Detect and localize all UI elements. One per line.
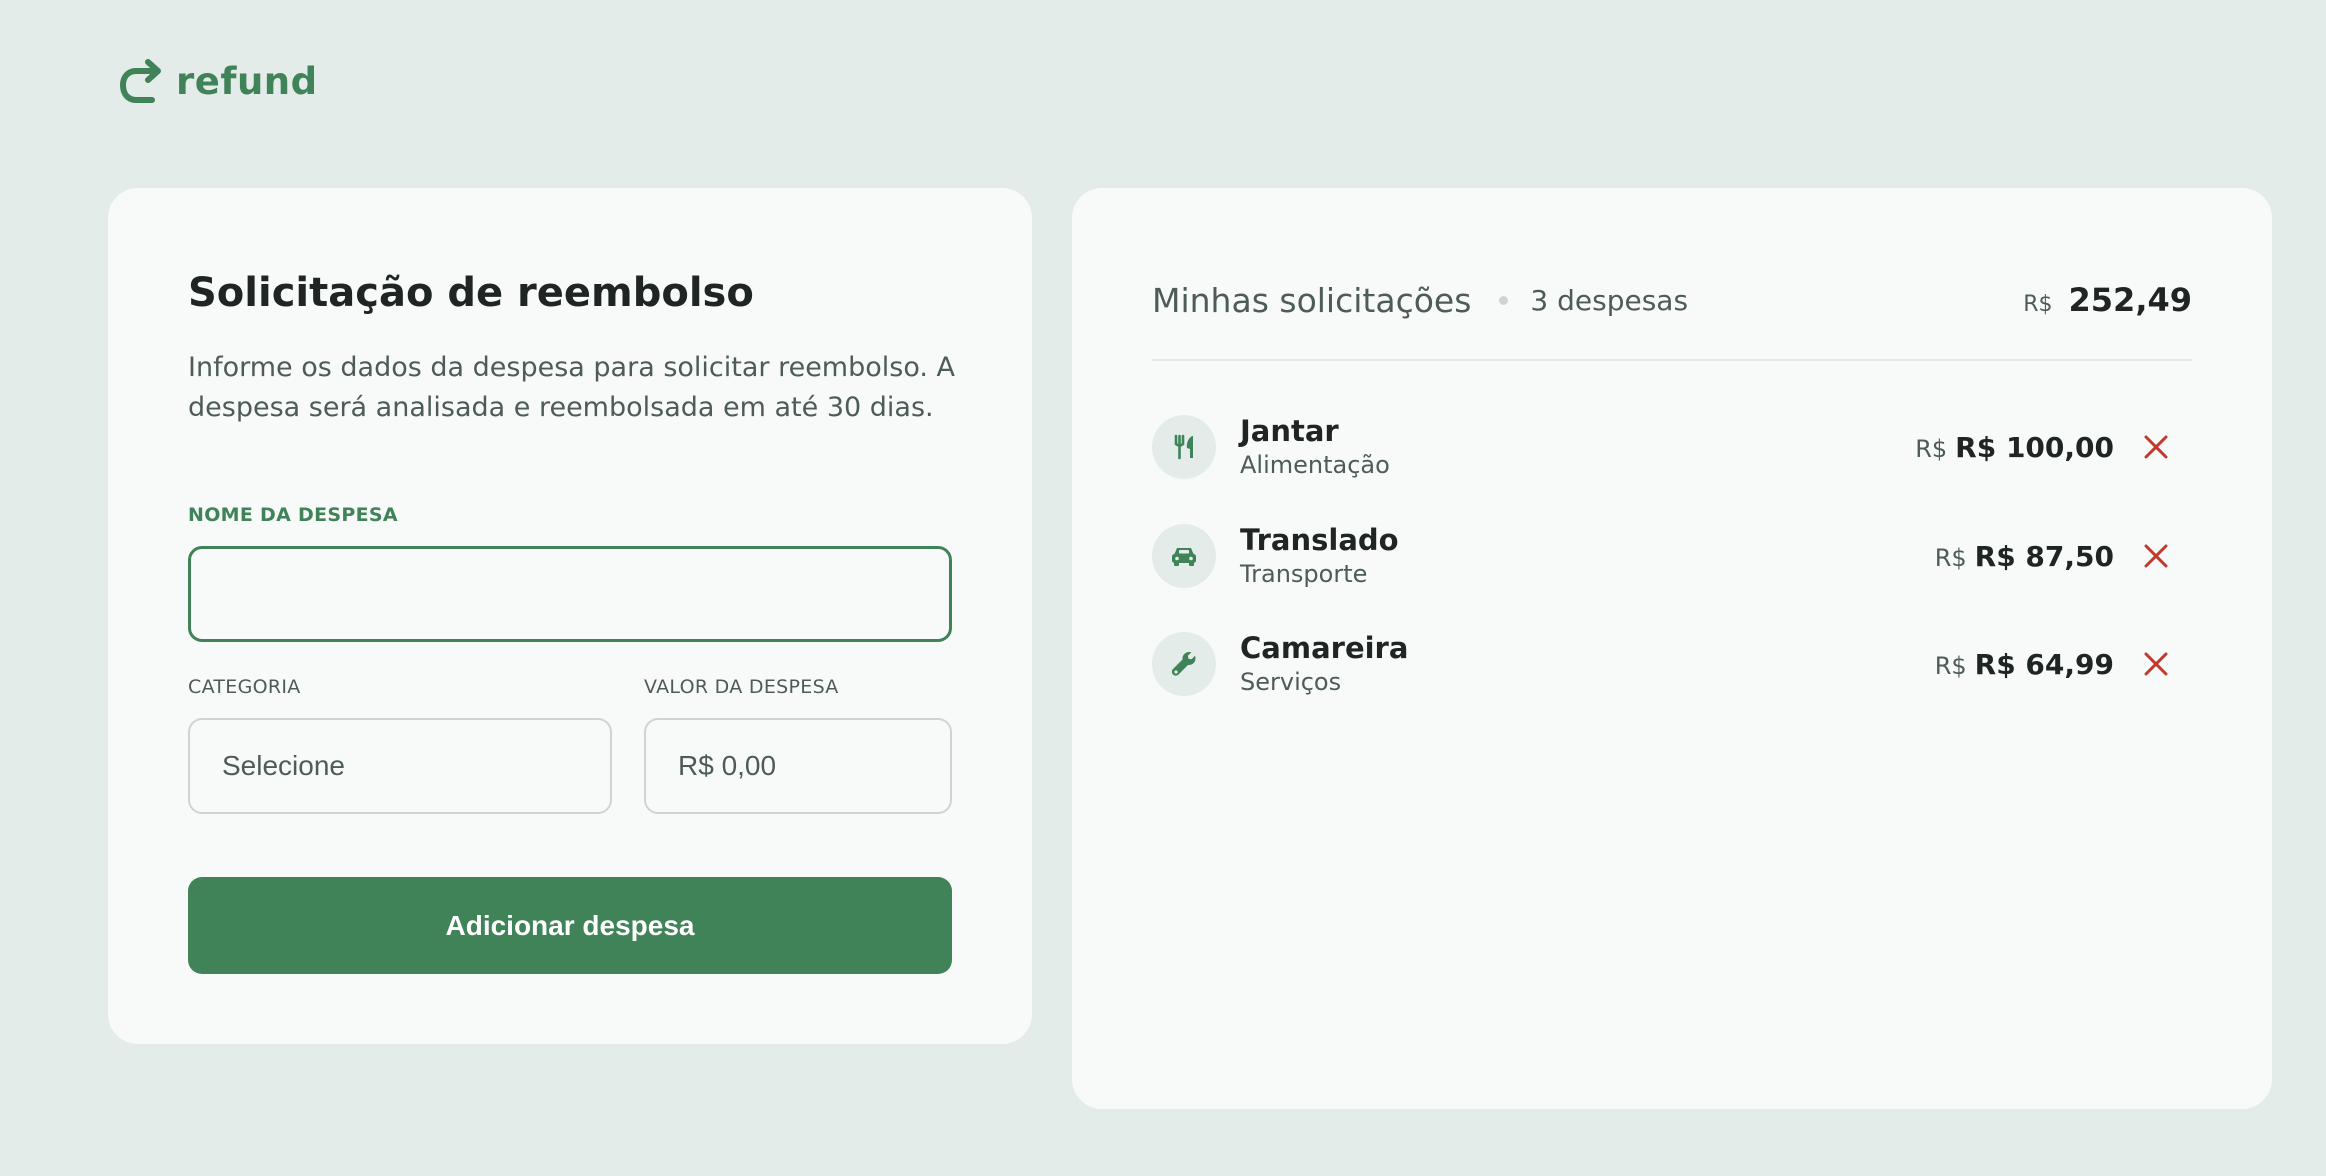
expense-category: Alimentação [1240,451,1390,479]
expense-info: Translado Transporte [1240,522,1399,590]
expense-form-card: Solicitação de reembolso Informe os dado… [108,188,1032,1044]
requests-title: Minhas solicitações [1152,280,1472,320]
amount-input[interactable]: R$ 0,00 [644,718,952,814]
expense-currency: R$ [1915,434,1948,463]
expense-info: Jantar Alimentação [1240,413,1390,481]
expense-name-label: NOME DA DESPESA [188,504,398,526]
close-icon [2144,544,2168,568]
expense-value: R$ 87,50 [1974,539,2114,573]
close-icon [2144,435,2168,459]
expense-amount: R$ R$ 64,99 [1935,648,2114,681]
page: refund Solicitação de reembolso Informe … [0,0,2326,1176]
category-select-value: Selecione [222,750,345,781]
wrench-icon [1152,632,1216,696]
amount-input-placeholder: R$ 0,00 [678,750,777,781]
expense-info: Camareira Serviços [1240,630,1408,698]
total-currency: R$ [2023,292,2053,317]
car-icon [1152,524,1216,588]
expense-amount: R$ R$ 87,50 [1935,540,2114,573]
app-logo[interactable]: refund [118,56,318,106]
separator-dot [1499,295,1509,305]
total-value: 252,49 [2068,281,2192,319]
form-description: Informe os dados da despesa para solicit… [188,352,956,423]
expense-name: Jantar [1240,414,1339,448]
fork-knife-icon [1152,415,1216,479]
expense-value: R$ 64,99 [1974,647,2114,681]
expense-item: Translado Transporte R$ R$ 87,50 [1152,521,2192,591]
header-divider [1152,359,2192,361]
form-title: Solicitação de reembolso [188,270,754,316]
expense-name: Translado [1240,523,1399,557]
expense-category: Serviços [1240,668,1342,696]
category-label: CATEGORIA [188,676,301,698]
expense-item: Camareira Serviços R$ R$ 64,99 [1152,629,2192,699]
remove-expense-button[interactable] [2140,431,2172,463]
add-expense-button[interactable]: Adicionar despesa [188,877,952,974]
total-amount: R$ 252,49 [2023,281,2192,319]
expense-item: Jantar Alimentação R$ R$ 100,00 [1152,412,2192,482]
expense-currency: R$ [1934,651,1967,680]
requests-header: Minhas solicitações 3 despesas R$ 252,49 [1152,270,2192,330]
expense-category: Transporte [1240,560,1368,588]
expense-count: 3 despesas [1530,283,1689,317]
amount-label: VALOR DA DESPESA [644,676,839,698]
expense-name: Camareira [1240,631,1409,665]
expense-currency: R$ [1934,543,1967,572]
expense-value: R$ 100,00 [1955,430,2114,464]
logo-text: refund [176,59,318,103]
category-select[interactable]: Selecione [188,718,612,814]
expense-amount: R$ R$ 100,00 [1915,431,2114,464]
remove-expense-button[interactable] [2140,648,2172,680]
expense-name-input[interactable] [188,546,952,642]
arrow-redo-icon [120,59,161,103]
requests-card: Minhas solicitações 3 despesas R$ 252,49… [1072,188,2272,1109]
close-icon [2144,652,2168,676]
remove-expense-button[interactable] [2140,540,2172,572]
